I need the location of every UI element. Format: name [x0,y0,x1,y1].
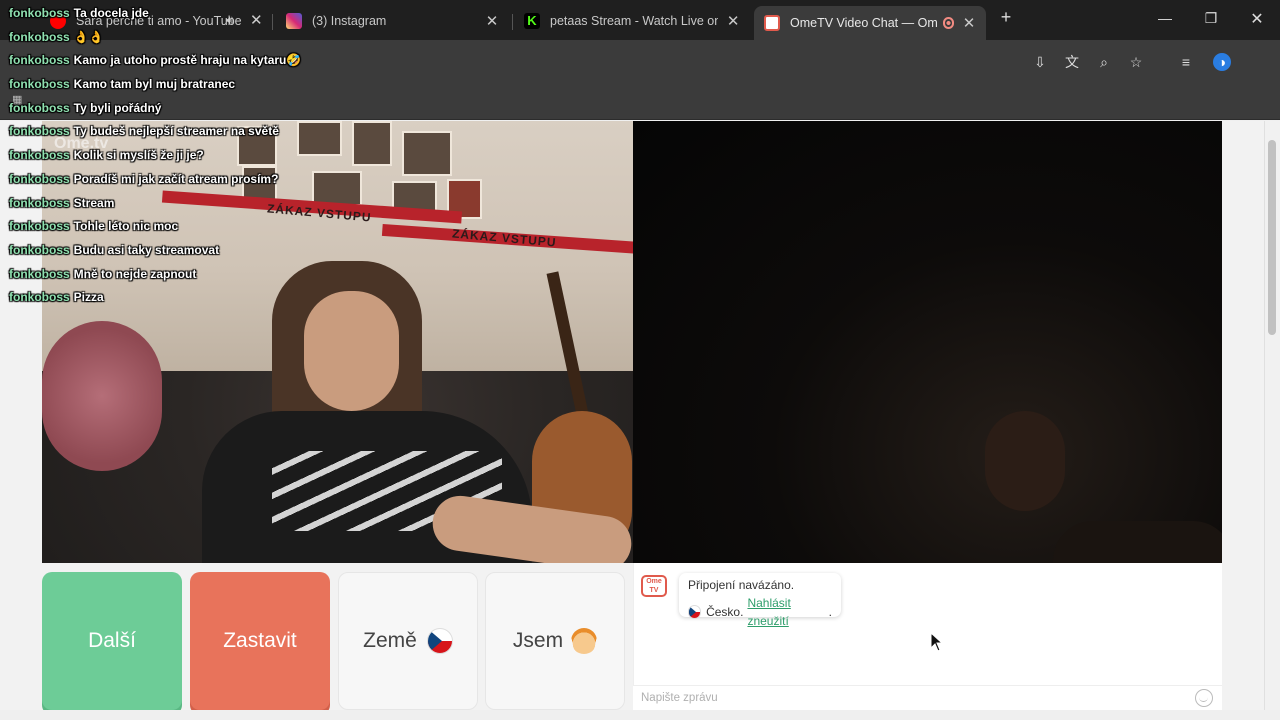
ometv-icon [764,15,780,31]
system-message: Připojení navázáno. Česko. Nahlásit zneu… [679,573,841,628]
tab-separator [512,14,513,30]
tab-kick[interactable]: K petaas Stream - Watch Live on Kick ✕ [514,6,750,36]
zoom-icon[interactable]: ⌕ [1095,53,1113,71]
gender-label: Jsem [512,629,564,652]
gender-button[interactable]: Jsem [485,572,625,710]
connection-status: Připojení navázáno. [688,578,795,592]
chat-line: fonkoboss Tohle léto nic moc [9,218,329,242]
chat-username: fonkoboss [9,53,70,68]
wall-photo [402,131,452,176]
scrollbar-thumb[interactable] [1268,140,1276,335]
stop-button[interactable]: Zastavit [190,572,330,710]
country-line: Česko. Nahlásit zneužití . [688,594,832,630]
chat-username: fonkoboss [9,77,70,92]
chat-message: Tohle léto nic moc [73,219,179,234]
chat-line: fonkoboss Mně to nejde zapnout [9,266,329,290]
mouse-cursor-icon [930,632,944,652]
chat-line: fonkoboss Ta docela jde [9,5,329,29]
chat-message: Ta docela jde [73,6,149,20]
czech-flag-icon [426,628,453,654]
emoji-icon[interactable] [1195,689,1213,707]
chat-username: fonkoboss [9,100,70,115]
tab-title: OmeTV Video Chat — OmeTV [790,16,938,30]
chat-username: fonkoboss [9,242,70,257]
chat-line: fonkoboss Stream [9,195,329,219]
chat-message: Poradíš mi jak začít atream prosím? [73,171,279,186]
chat-line: fonkoboss Kolik si myslíš že ji je? [9,147,329,171]
chat-username: fonkoboss [9,195,70,210]
install-icon[interactable]: ⇩ [1031,53,1049,71]
chat-username: fonkoboss [9,29,70,44]
chat-message: Budu asi taky streamovat [73,242,220,257]
profile-icon[interactable]: ◑ [1213,53,1231,71]
self-video [633,121,1222,563]
chat-line: fonkoboss Poradíš mi jak začít atream pro… [9,171,329,195]
chat-message: Ty byli pořádný [73,100,162,115]
stop-label: Zastavit [223,629,297,652]
self-shoulder [1053,521,1222,563]
chat-message: Ty budeš nejlepší streamer na světě [73,124,279,139]
next-label: Další [88,629,136,652]
bottom-edge [0,710,1280,720]
boy-icon [571,628,598,654]
self-face [985,411,1065,511]
tab-ometv[interactable]: OmeTV Video Chat — OmeTV ✕ [754,6,986,40]
czech-flag-icon [688,605,702,619]
report-abuse-link[interactable]: Nahlásit zneužití [747,594,828,630]
chat-message: Stream [73,195,115,210]
minimize-icon[interactable]: — [1155,10,1175,26]
country-label: Země [363,629,417,652]
tab-title: (3) Instagram [312,14,387,28]
close-tab-icon[interactable]: ✕ [726,12,740,30]
recording-icon [943,17,955,29]
chat-username: fonkoboss [9,124,70,139]
chat-username: fonkoboss [9,266,70,281]
close-tab-icon[interactable]: ✕ [962,14,976,32]
media-icon[interactable]: ≡ [1177,53,1195,71]
chat-line: fonkoboss Kamo tam byl muj bratranec [9,76,329,100]
chat-message: Pizza [73,290,104,305]
screen: Sara perche ti amo - YouTube 🔊︎ ✕ (3) In… [0,0,1280,720]
report-suffix: . [828,605,832,619]
tab-title: petaas Stream - Watch Live on Kick [550,14,719,28]
chat-line: fonkoboss Ty byli pořádný [9,100,329,124]
message-input[interactable] [633,685,1222,710]
chat-line: fonkoboss Ty budeš nejlepší streamer na s… [9,123,329,147]
restore-icon[interactable]: ❐ [1201,10,1221,27]
stream-chat-overlay: fonkoboss Ta docela jde fonkoboss 👌👌 fonko… [9,5,329,313]
chat-line: fonkoboss Budu asi taky streamovat [9,242,329,266]
ometv-logo-icon: Ome TV [641,575,667,597]
chat-line: fonkoboss Pizza [9,289,329,313]
chat-line: fonkoboss Kamo ja utoho prostě hraju na k… [9,52,329,76]
chat-username: fonkoboss [9,148,70,163]
star-icon[interactable]: ☆ [1127,53,1145,71]
chat-username: fonkoboss [9,219,70,234]
chat-message: Mně to nejde zapnout [73,266,197,281]
chat-username: fonkoboss [9,171,70,186]
new-tab-button[interactable]: + [996,7,1016,28]
close-window-icon[interactable]: ✕ [1247,9,1267,29]
chat-username: fonkoboss [9,6,70,20]
chat-line: fonkoboss 👌👌 [9,29,329,53]
chat-message: Kamo tam byl muj bratranec [73,77,236,92]
close-tab-icon[interactable]: ✕ [484,12,500,30]
chat-message: 👌👌 [73,29,104,44]
country-name: Česko. [706,605,744,619]
wall-photo [352,121,392,166]
kick-icon: K [524,13,540,29]
country-button[interactable]: Země [338,572,478,710]
chat-message: Kamo ja utoho prostě hraju na kytaru🤣 [73,53,302,68]
translate-icon[interactable]: 文 [1063,53,1081,71]
chat-username: fonkoboss [9,290,70,305]
next-button[interactable]: Další [42,572,182,710]
pink-pillow [42,321,162,471]
chat-message: Kolik si myslíš že ji je? [73,148,204,163]
